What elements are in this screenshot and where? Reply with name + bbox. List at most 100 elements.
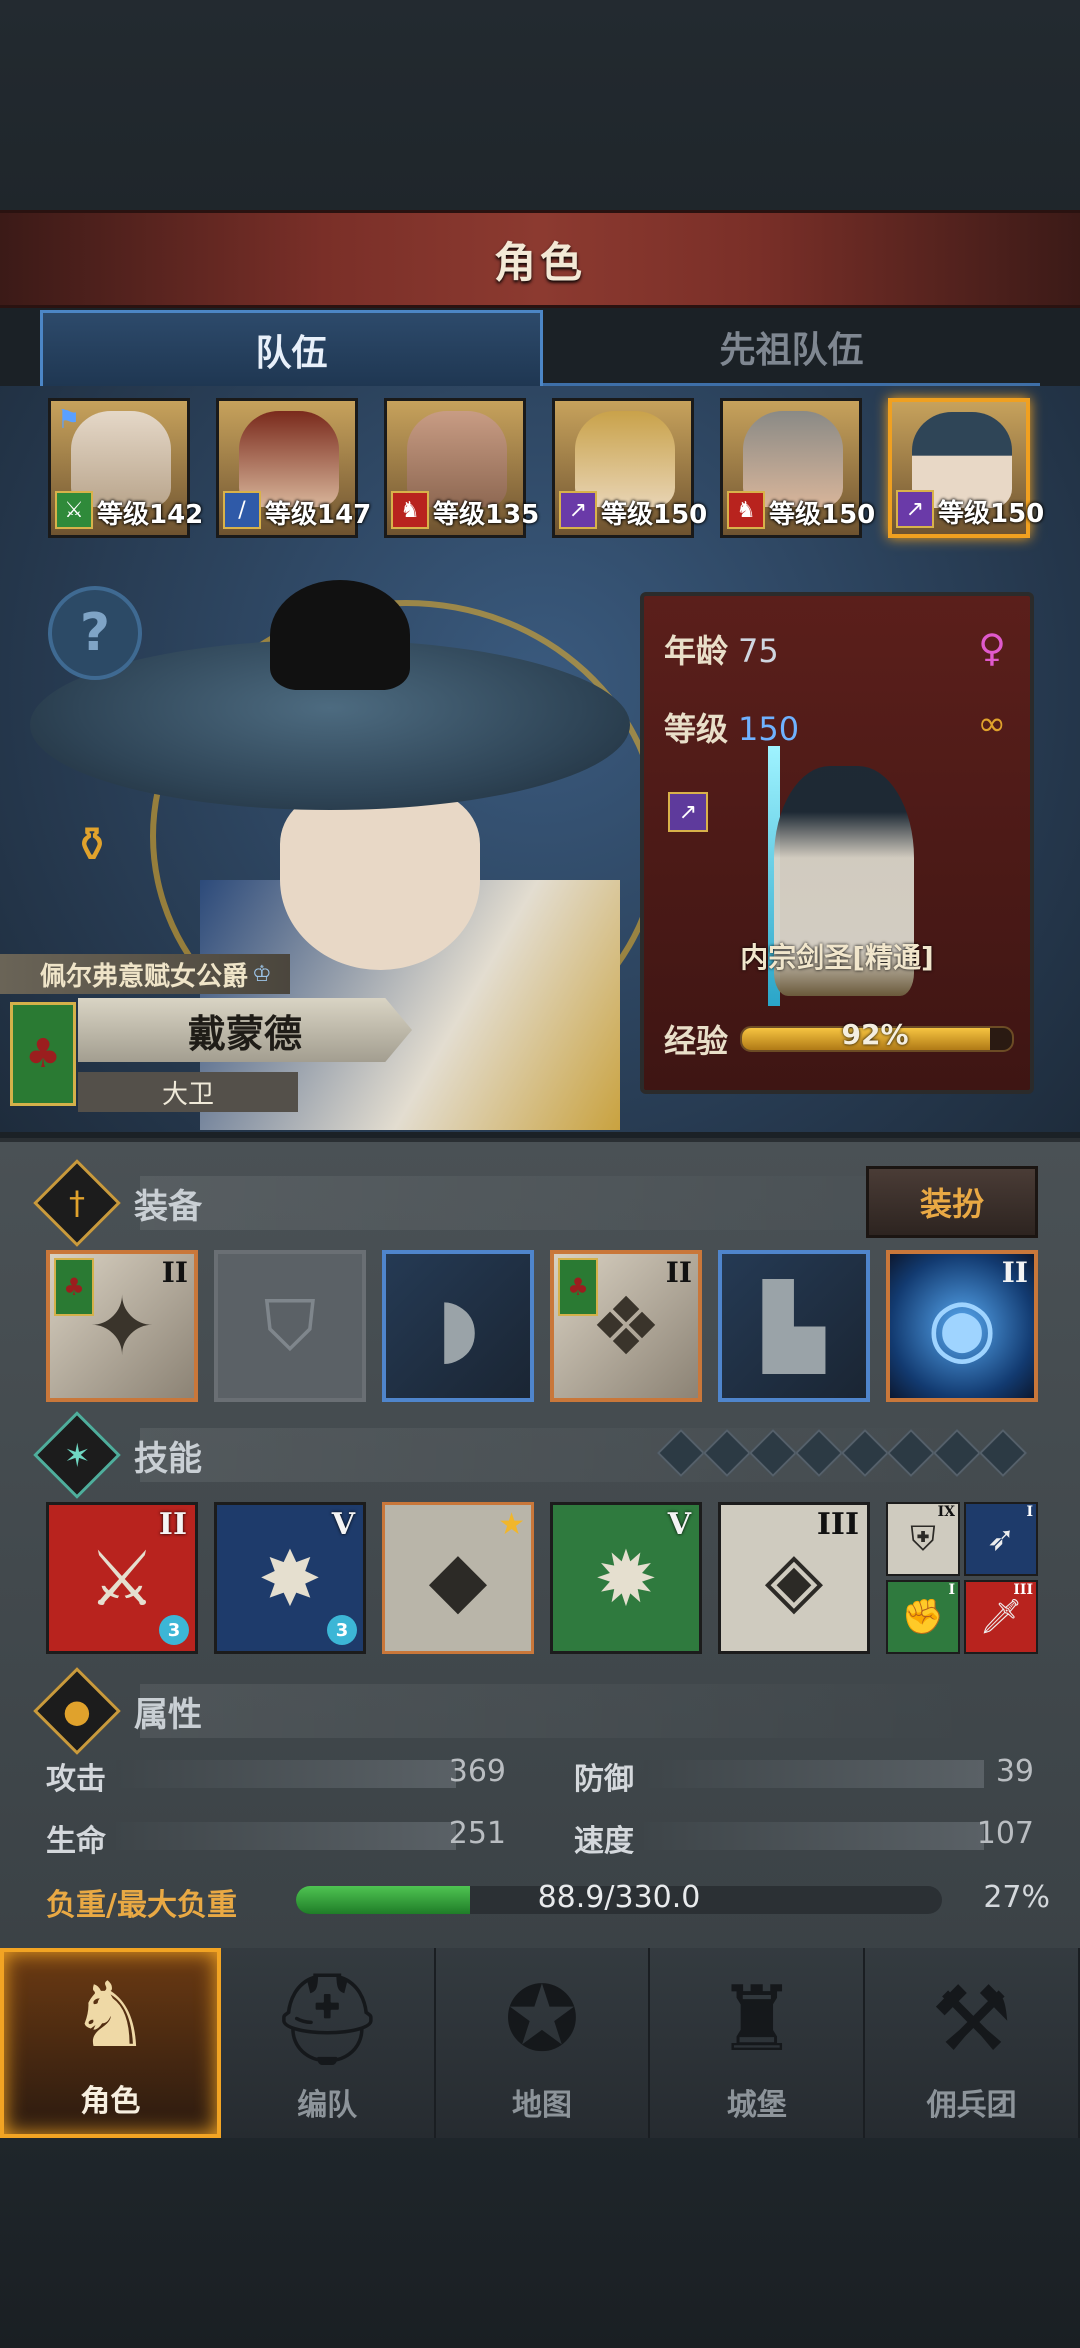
skill-5[interactable]: ◈ III <box>718 1502 870 1654</box>
gem-count: 3 <box>327 1615 357 1645</box>
fist-icon: ✊ <box>901 1597 945 1637</box>
shield-icon: ⛉ <box>263 1284 317 1367</box>
skill-2[interactable]: ✸ V 3 <box>214 1502 366 1654</box>
potion-button[interactable]: ⚱ <box>52 800 132 890</box>
wing-icon: ➶ <box>986 1519 1016 1559</box>
diamond-icon <box>702 1428 752 1478</box>
equip-slot-hood[interactable]: ◗ <box>382 1250 534 1402</box>
equip-slot-orb[interactable]: ◉ II <box>886 1250 1038 1402</box>
tab-party[interactable]: 队伍 <box>40 310 543 386</box>
job-title: 内宗剑圣[精通] <box>740 941 934 974</box>
diamond-icon <box>932 1428 982 1478</box>
helmet-icon: ⛑ <box>270 1967 385 2072</box>
party-member-3[interactable]: ♞ 等级135 <box>384 398 539 538</box>
horse-icon: ♞ <box>727 491 765 529</box>
level-value: 150 <box>738 710 800 748</box>
party-member-6[interactable]: ↗ 等级150 <box>888 398 1044 538</box>
person-icon: ● <box>33 1667 121 1755</box>
tab-ancestor-party[interactable]: 先祖队伍 <box>543 310 1040 386</box>
nav-character[interactable]: ♞ 角色 <box>0 1948 221 2138</box>
character-name[interactable]: 戴蒙德 <box>78 998 412 1062</box>
female-icon: ♀ <box>978 626 1006 670</box>
tier-label: IX <box>937 1504 955 1520</box>
passive-skill-2[interactable]: ➶ I <box>964 1502 1038 1576</box>
attributes-title: 属性 <box>134 1694 202 1735</box>
staff-icon: ↗ <box>668 792 708 832</box>
stat-defense: 防御 39 <box>574 1754 1034 1797</box>
castle-icon: ♜ <box>716 1967 798 2072</box>
member-level: 等级142 <box>97 500 204 530</box>
potion-icon: ⚱ <box>71 817 113 873</box>
equip-slot-armor[interactable]: ❖ ♣ II <box>550 1250 702 1402</box>
passive-skill-4[interactable]: 🗡 III <box>964 1580 1038 1654</box>
member-level: 等级150 <box>769 500 876 530</box>
diamond-icon <box>978 1428 1028 1478</box>
stat-value: 107 <box>976 1816 1034 1851</box>
party-row: ⚑ ⚔ 等级142 / 等级147 ♞ 等级135 ↗ 等级150 ♞ 等级15… <box>48 398 1044 538</box>
nav-mercenary[interactable]: ⚒ 佣兵团 <box>865 1948 1080 2138</box>
rings-icon[interactable]: ∞ <box>978 704 1006 744</box>
member-level: 等级135 <box>433 500 540 530</box>
tier-label: II <box>158 1507 187 1542</box>
nav-label: 地图 <box>511 2088 572 2123</box>
stat-label: 生命 <box>46 1824 106 1859</box>
attributes-header: ● 属性 <box>33 1667 202 1755</box>
load-percent: 27% <box>983 1880 1050 1915</box>
passive-skill-3[interactable]: ✊ I <box>886 1580 960 1654</box>
diamond-icon <box>794 1428 844 1478</box>
stat-bar <box>644 1822 984 1850</box>
party-member-1[interactable]: ⚑ ⚔ 等级142 <box>48 398 203 538</box>
party-member-2[interactable]: / 等级147 <box>216 398 371 538</box>
tree-banner-icon: ♣ <box>54 1258 94 1316</box>
diamond-icon <box>748 1428 798 1478</box>
equip-slot-weapon[interactable]: ✦ ♣ II <box>46 1250 198 1402</box>
party-member-5[interactable]: ♞ 等级150 <box>720 398 875 538</box>
nav-map[interactable]: ✪ 地图 <box>436 1948 651 2138</box>
horse-icon: ♞ <box>391 491 429 529</box>
character-face <box>280 790 480 970</box>
level-label: 等级 <box>664 710 729 748</box>
tree-banner-icon: ♣ <box>558 1258 598 1316</box>
dagger-icon: † <box>33 1159 121 1247</box>
member-level: 等级150 <box>938 499 1045 529</box>
equip-slot-shield[interactable]: ⛉ <box>214 1250 366 1402</box>
exp-label: 经验 <box>664 1022 729 1060</box>
character-sub-name: 大卫 <box>78 1072 298 1112</box>
level-row: 等级 150 <box>664 704 799 750</box>
nav-castle[interactable]: ♜ 城堡 <box>650 1948 866 2138</box>
character-info-card: 年龄 75 ♀ 等级 150 ∞ ↗ 内宗剑圣[精通] 经验 92% <box>640 592 1034 1094</box>
load-value: 88.9/330.0 <box>537 1880 701 1915</box>
skill-3[interactable]: ◆ ★ <box>382 1502 534 1654</box>
skill-1[interactable]: ⚔ II 3 <box>46 1502 198 1654</box>
diamond-icon <box>886 1428 936 1478</box>
passive-skill-1[interactable]: ⛨ IX <box>886 1502 960 1576</box>
exp-percent: 92% <box>841 1018 909 1051</box>
nav-formation[interactable]: ⛑ 编队 <box>221 1948 436 2138</box>
character-hat-top <box>270 580 410 690</box>
skill-4[interactable]: ✹ V <box>550 1502 702 1654</box>
bottom-nav: ♞ 角色 ⛑ 编队 ✪ 地图 ♜ 城堡 ⚒ 佣兵团 <box>0 1948 1080 2138</box>
tier-label: III <box>816 1507 859 1542</box>
age-label: 年龄 <box>664 632 729 670</box>
tree-banner-icon: ♣ <box>10 1002 76 1106</box>
stat-value: 369 <box>448 1754 506 1789</box>
tier-label: V <box>331 1507 355 1542</box>
top-background <box>0 0 1080 210</box>
stat-bar <box>116 1822 456 1850</box>
equip-slot-boots[interactable]: ▙ <box>718 1250 870 1402</box>
equipment-title: 装备 <box>134 1186 202 1227</box>
skills-title: 技能 <box>134 1438 202 1479</box>
tier-label: II <box>1001 1256 1028 1289</box>
skill-slot-indicators <box>656 1428 1028 1478</box>
dress-up-button[interactable]: 装扮 <box>866 1166 1038 1238</box>
staff-icon: ↗ <box>559 491 597 529</box>
nav-label: 编队 <box>297 2088 358 2123</box>
stat-bar <box>116 1760 456 1788</box>
diamond-icon <box>656 1428 706 1478</box>
help-button[interactable]: ? <box>48 586 142 680</box>
stat-label: 防御 <box>574 1762 634 1797</box>
nav-label: 城堡 <box>726 2088 787 2123</box>
party-member-4[interactable]: ↗ 等级150 <box>552 398 707 538</box>
stat-speed: 速度 107 <box>574 1816 1034 1859</box>
boots-icon: ▙ <box>763 1279 825 1373</box>
